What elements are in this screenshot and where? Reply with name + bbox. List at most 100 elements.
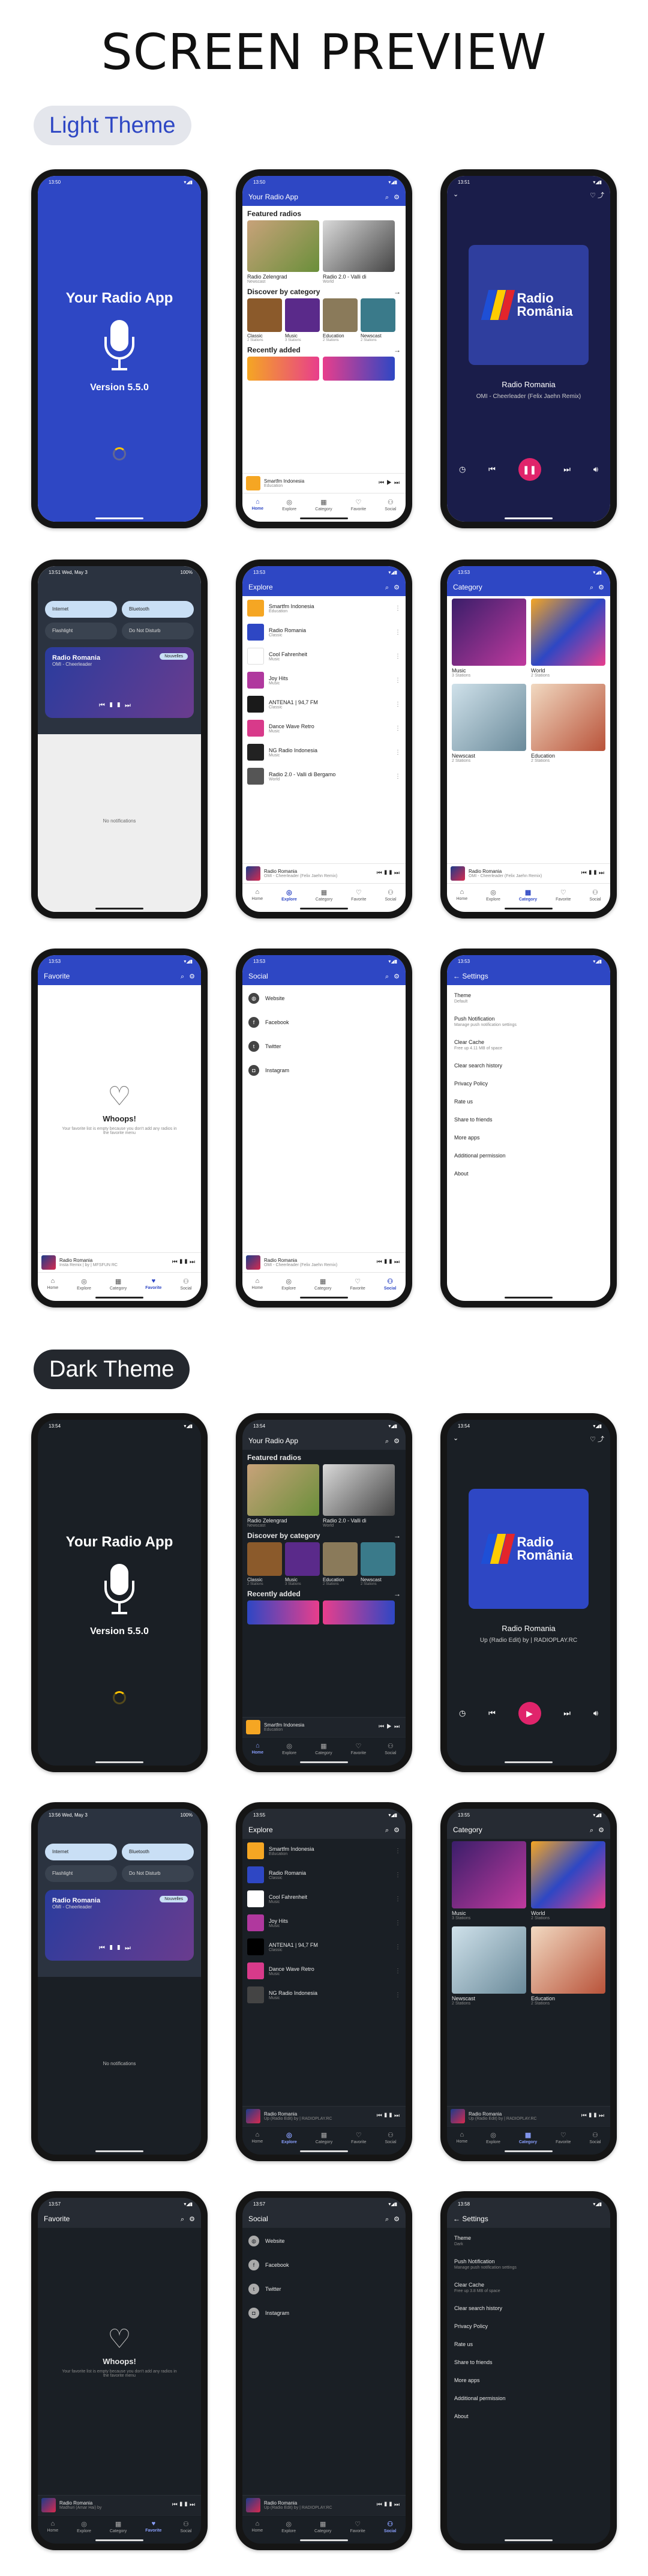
- nav-home[interactable]: ⌂ Home: [252, 2520, 263, 2533]
- gear-icon[interactable]: ⚙: [394, 1826, 400, 1834]
- list-item[interactable]: Radio Romania Classic ⋮: [242, 1863, 406, 1887]
- category-tile[interactable]: Music 3 Stations: [452, 599, 526, 678]
- search-icon[interactable]: ⌕: [590, 1827, 593, 1835]
- nav-social[interactable]: ⚇ Social: [385, 888, 396, 902]
- setting-push[interactable]: Push Notification Manage push notificatio…: [447, 2252, 610, 2276]
- category-card[interactable]: Classic 2 Stations: [247, 298, 282, 342]
- mini-player[interactable]: Radio Romania OMI - Cheerleader (Felix Ja…: [447, 863, 610, 882]
- list-item[interactable]: Smartfm Indonesia Education ⋮: [242, 1839, 406, 1863]
- category-card[interactable]: Classic 2 Stations: [247, 1542, 282, 1586]
- tile-flashlight[interactable]: Flashlight: [45, 1865, 117, 1882]
- nav-social[interactable]: ⚇ Social: [180, 1277, 191, 1291]
- setting-push[interactable]: Push Notification Manage push notificatio…: [447, 1010, 610, 1033]
- setting-share[interactable]: Share to friends: [447, 2353, 610, 2371]
- gear-icon[interactable]: ⚙: [394, 973, 400, 980]
- next-icon[interactable]: ⏭: [563, 1709, 571, 1718]
- nav-explore[interactable]: ◎ Explore: [77, 1277, 91, 1291]
- mini-player[interactable]: Smartfm Indonesia Education ⏮▶⏭: [242, 1717, 406, 1736]
- nav-home[interactable]: ⌂ Home: [456, 2131, 467, 2144]
- share-icon[interactable]: ⤴: [598, 192, 604, 199]
- tile-internet[interactable]: Internet: [45, 1844, 117, 1860]
- list-item[interactable]: Smartfm Indonesia Education ⋮: [242, 596, 406, 620]
- nav-home[interactable]: ⌂ Home: [252, 498, 263, 511]
- tile-internet[interactable]: Internet: [45, 601, 117, 618]
- nav-explore[interactable]: ◎ Explore: [281, 2131, 297, 2144]
- list-item[interactable]: ANTENA1 | 94,7 FM Classic ⋮: [242, 1935, 406, 1959]
- list-item[interactable]: Dance Wave Retro Music ⋮: [242, 716, 406, 740]
- gear-icon[interactable]: ⚙: [394, 2215, 400, 2223]
- nav-social[interactable]: ⚇ Social: [385, 498, 396, 511]
- nav-social[interactable]: ⚇ Social: [180, 2520, 191, 2533]
- nav-home[interactable]: ⌂ Home: [47, 1277, 58, 1290]
- nav-favorite[interactable]: ♡ Favorite: [351, 498, 366, 511]
- mini-player[interactable]: Radio Romania Up (Radio Edit) by | RADIOP…: [242, 2106, 406, 2125]
- gear-icon[interactable]: ⚙: [189, 2215, 195, 2223]
- category-card[interactable]: Music 3 Stations: [285, 298, 320, 342]
- search-icon[interactable]: ⌕: [385, 973, 389, 981]
- pause-button[interactable]: ❚❚: [518, 458, 541, 481]
- nav-home[interactable]: ⌂ Home: [252, 1742, 263, 1755]
- nav-favorite[interactable]: ♡ Favorite: [351, 1742, 366, 1755]
- timer-icon[interactable]: ◷: [459, 1709, 466, 1718]
- media-notification[interactable]: Radio Romania OMI - Cheerleader Nouvelles ⏮…: [45, 647, 194, 718]
- list-item[interactable]: Dance Wave Retro Music ⋮: [242, 1959, 406, 1983]
- nav-social[interactable]: ⚇ Social: [589, 888, 601, 902]
- search-icon[interactable]: ⌕: [385, 584, 389, 592]
- nav-explore[interactable]: ◎ Explore: [486, 888, 500, 902]
- gear-icon[interactable]: ⚙: [394, 584, 400, 591]
- list-item[interactable]: Cool Fahrenheit Music ⋮: [242, 644, 406, 668]
- setting-share[interactable]: Share to friends: [447, 1111, 610, 1129]
- setting-theme[interactable]: Theme Dark: [447, 2229, 610, 2252]
- nav-category[interactable]: ▦ Category: [519, 888, 537, 902]
- setting-privacy[interactable]: Privacy Policy: [447, 1075, 610, 1093]
- social-instagram[interactable]: ◘ Instagram: [242, 2301, 406, 2325]
- nav-category[interactable]: ▦ Category: [314, 2520, 331, 2533]
- list-item[interactable]: NG Radio Indonesia Music ⋮: [242, 1983, 406, 2007]
- tile-bluetooth[interactable]: Bluetooth: [122, 1844, 194, 1860]
- nav-social[interactable]: ⚇ Social: [385, 2131, 396, 2144]
- nav-social[interactable]: ⚇ Social: [589, 2131, 601, 2144]
- nav-explore[interactable]: ◎ Explore: [486, 2131, 500, 2144]
- social-website[interactable]: ◍ Website: [242, 2229, 406, 2253]
- mini-player[interactable]: Radio Romania OMI - Cheerleader (Felix Ja…: [242, 1252, 406, 1271]
- mini-player[interactable]: Radio Romania OMI - Cheerleader (Felix Ja…: [242, 863, 406, 882]
- list-item[interactable]: ANTENA1 | 94,7 FM Classic ⋮: [242, 692, 406, 716]
- setting-theme[interactable]: Theme Default: [447, 986, 610, 1010]
- chevron-down-icon[interactable]: ⌄: [453, 190, 458, 200]
- tile-dnd[interactable]: Do Not Disturb: [122, 623, 194, 639]
- nav-category[interactable]: ▦ Category: [315, 1742, 332, 1755]
- list-item[interactable]: Joy Hits Music ⋮: [242, 668, 406, 692]
- featured-card[interactable]: Radio 2.0 - Valli di World: [323, 1464, 395, 1528]
- nav-favorite[interactable]: ♡ Favorite: [556, 888, 571, 902]
- tile-bluetooth[interactable]: Bluetooth: [122, 601, 194, 618]
- volume-icon[interactable]: 🔊︎: [593, 465, 598, 474]
- back-arrow-icon[interactable]: ←: [453, 972, 460, 980]
- gear-icon[interactable]: ⚙: [598, 584, 604, 591]
- setting-rate[interactable]: Rate us: [447, 2335, 610, 2353]
- setting-search-history[interactable]: Clear search history: [447, 2299, 610, 2317]
- mini-player[interactable]: Smartfm Indonesia Education ⏮▶⏭: [242, 473, 406, 492]
- social-instagram[interactable]: ◘ Instagram: [242, 1058, 406, 1082]
- mini-player[interactable]: Radio Romania Up (Radio Edit) by | RADIOP…: [447, 2106, 610, 2125]
- nav-favorite[interactable]: ♡ Favorite: [556, 2131, 571, 2144]
- tile-dnd[interactable]: Do Not Disturb: [122, 1865, 194, 1882]
- list-item[interactable]: Cool Fahrenheit Music ⋮: [242, 1887, 406, 1911]
- heart-icon[interactable]: ♡: [590, 192, 596, 199]
- nav-explore[interactable]: ◎ Explore: [282, 498, 296, 511]
- setting-more-apps[interactable]: More apps: [447, 2371, 610, 2389]
- social-twitter[interactable]: t Twitter: [242, 2277, 406, 2301]
- search-icon[interactable]: ⌕: [385, 2216, 389, 2224]
- search-icon[interactable]: ⌕: [385, 1438, 389, 1446]
- category-card[interactable]: Newscast 2 Stations: [361, 298, 395, 342]
- category-card[interactable]: Education 2 Stations: [323, 1542, 358, 1586]
- list-item[interactable]: NG Radio Indonesia Music ⋮: [242, 740, 406, 764]
- previous-icon[interactable]: ⏮: [488, 1709, 496, 1718]
- volume-icon[interactable]: 🔊︎: [593, 1709, 598, 1718]
- nav-favorite[interactable]: ♡ Favorite: [350, 2520, 365, 2533]
- social-facebook[interactable]: f Facebook: [242, 1010, 406, 1034]
- share-icon[interactable]: ⤴: [598, 1436, 604, 1443]
- nav-home[interactable]: ⌂ Home: [251, 888, 263, 901]
- setting-privacy[interactable]: Privacy Policy: [447, 2317, 610, 2335]
- gear-icon[interactable]: ⚙: [598, 1826, 604, 1834]
- category-tile[interactable]: Newscast 2 Stations: [452, 1926, 526, 2006]
